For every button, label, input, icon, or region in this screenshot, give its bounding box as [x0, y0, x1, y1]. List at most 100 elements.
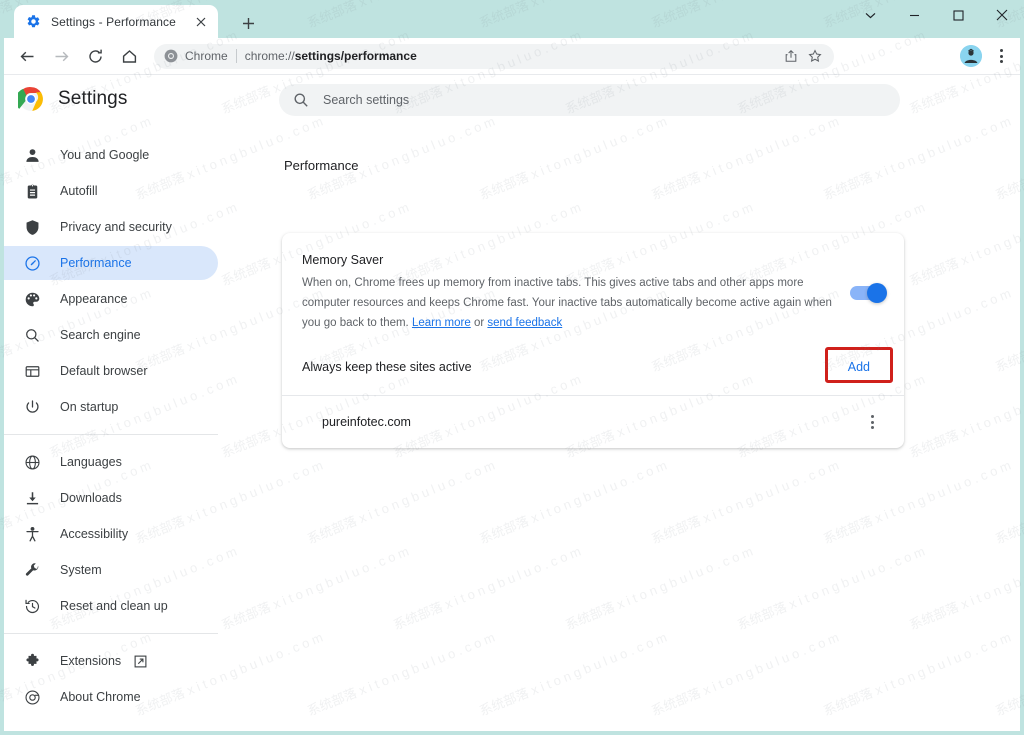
- minimize-icon[interactable]: [892, 0, 936, 30]
- memory-saver-text: Memory Saver When on, Chrome frees up me…: [302, 253, 850, 333]
- search-icon: [293, 92, 309, 108]
- omnibox-divider: [236, 49, 237, 63]
- chrome-logo-icon: [18, 86, 44, 112]
- browser-tab[interactable]: Settings - Performance: [14, 5, 218, 38]
- settings-content: Performance Memory Saver When on, Chrome…: [236, 128, 1020, 731]
- browser-window-icon: [22, 361, 42, 381]
- home-icon[interactable]: [114, 41, 144, 71]
- sidebar-item-label: Autofill: [60, 184, 98, 198]
- site-list-item: pureinfotec.com: [282, 396, 904, 448]
- tab-strip: Settings - Performance: [0, 0, 1024, 38]
- site-menu-icon[interactable]: [860, 410, 884, 434]
- sidebar-item-label: Privacy and security: [60, 220, 172, 234]
- sidebar-item-about-chrome[interactable]: About Chrome: [4, 680, 218, 714]
- omnibox-scheme-label: Chrome: [185, 49, 228, 63]
- shield-icon: [22, 217, 42, 237]
- omnibox-actions: [780, 45, 826, 67]
- gear-icon: [26, 14, 41, 29]
- memory-saver-title: Memory Saver: [302, 253, 832, 267]
- profile-avatar[interactable]: [960, 45, 982, 67]
- settings-header: Settings: [4, 76, 1020, 122]
- sidebar-item-search-engine[interactable]: Search engine: [4, 318, 218, 352]
- add-site-button[interactable]: Add: [834, 353, 884, 381]
- chrome-icon: [22, 687, 42, 707]
- clipboard-icon: [22, 181, 42, 201]
- search-icon: [22, 325, 42, 345]
- learn-more-link[interactable]: Learn more: [412, 317, 471, 329]
- section-title: Performance: [284, 158, 358, 173]
- always-active-label: Always keep these sites active: [302, 360, 834, 374]
- power-icon: [22, 397, 42, 417]
- description-or: or: [471, 317, 488, 329]
- close-window-icon[interactable]: [980, 0, 1024, 30]
- sidebar-item-label: Reset and clean up: [60, 599, 168, 613]
- always-active-row: Always keep these sites active Add: [282, 351, 904, 395]
- site-name: pureinfotec.com: [322, 415, 860, 429]
- sidebar-item-languages[interactable]: Languages: [4, 445, 218, 479]
- browser-toolbar: Chrome chrome://settings/performance: [4, 38, 1020, 75]
- maximize-icon[interactable]: [936, 0, 980, 30]
- settings-page: Settings You and Google: [4, 76, 1020, 731]
- close-icon[interactable]: [192, 13, 210, 31]
- address-bar[interactable]: Chrome chrome://settings/performance: [154, 44, 834, 69]
- accessibility-icon: [22, 524, 42, 544]
- reload-icon[interactable]: [80, 41, 110, 71]
- forward-arrow-icon[interactable]: [46, 41, 76, 71]
- sidebar-item-label: Default browser: [60, 364, 148, 378]
- sidebar-item-downloads[interactable]: Downloads: [4, 481, 218, 515]
- sidebar-item-label: Extensions: [60, 654, 121, 668]
- sidebar-item-autofill[interactable]: Autofill: [4, 174, 218, 208]
- page-title: Settings: [58, 88, 127, 110]
- memory-saver-description-text: When on, Chrome frees up memory from ina…: [302, 277, 832, 329]
- sidebar-item-extensions[interactable]: Extensions: [4, 644, 218, 678]
- sidebar-item-system[interactable]: System: [4, 553, 218, 587]
- sidebar-item-you-and-google[interactable]: You and Google: [4, 138, 218, 172]
- sidebar-item-label: Search engine: [60, 328, 141, 342]
- sidebar-item-label: Appearance: [60, 292, 127, 306]
- new-tab-button[interactable]: [236, 11, 260, 35]
- sidebar-item-privacy-and-security[interactable]: Privacy and security: [4, 210, 218, 244]
- globe-icon: [22, 452, 42, 472]
- search-input[interactable]: [323, 93, 843, 107]
- tab-title: Settings - Performance: [51, 15, 192, 29]
- memory-saver-toggle[interactable]: [850, 286, 884, 300]
- sidebar-item-label: You and Google: [60, 148, 149, 162]
- wrench-icon: [22, 560, 42, 580]
- speedometer-icon: [22, 253, 42, 273]
- sidebar-divider: [4, 434, 218, 435]
- sidebar-item-label: Downloads: [60, 491, 122, 505]
- star-icon[interactable]: [804, 45, 826, 67]
- browser-window: Settings - Performance: [0, 0, 1024, 735]
- chevron-down-icon[interactable]: [848, 0, 892, 30]
- sidebar-item-reset-and-clean-up[interactable]: Reset and clean up: [4, 589, 218, 623]
- share-icon[interactable]: [780, 45, 802, 67]
- toggle-knob: [867, 283, 887, 303]
- browser-menu-icon[interactable]: [988, 43, 1014, 69]
- memory-saver-card: Memory Saver When on, Chrome frees up me…: [282, 233, 904, 448]
- sidebar-item-label: About Chrome: [60, 690, 141, 704]
- omnibox-url: chrome://settings/performance: [245, 49, 776, 63]
- sidebar-item-appearance[interactable]: Appearance: [4, 282, 218, 316]
- sidebar-item-label: Performance: [60, 256, 132, 270]
- send-feedback-link[interactable]: send feedback: [487, 317, 562, 329]
- chrome-icon: [164, 49, 178, 63]
- external-link-icon: [134, 655, 147, 668]
- sidebar-item-label: Accessibility: [60, 527, 128, 541]
- memory-saver-description: When on, Chrome frees up memory from ina…: [302, 273, 832, 333]
- person-icon: [22, 145, 42, 165]
- download-icon: [22, 488, 42, 508]
- sidebar-item-label: On startup: [60, 400, 118, 414]
- sidebar-item-label: Languages: [60, 455, 122, 469]
- window-controls: [848, 0, 1024, 38]
- search-settings-box[interactable]: [279, 84, 900, 116]
- palette-icon: [22, 289, 42, 309]
- sidebar-item-default-browser[interactable]: Default browser: [4, 354, 218, 388]
- memory-saver-row: Memory Saver When on, Chrome frees up me…: [282, 233, 904, 351]
- sidebar-divider: [4, 633, 218, 634]
- settings-sidebar: You and Google Autofill Privacy and secu…: [4, 128, 236, 731]
- sidebar-item-label: System: [60, 563, 102, 577]
- sidebar-item-on-startup[interactable]: On startup: [4, 390, 218, 424]
- sidebar-item-performance[interactable]: Performance: [4, 246, 218, 280]
- back-arrow-icon[interactable]: [12, 41, 42, 71]
- sidebar-item-accessibility[interactable]: Accessibility: [4, 517, 218, 551]
